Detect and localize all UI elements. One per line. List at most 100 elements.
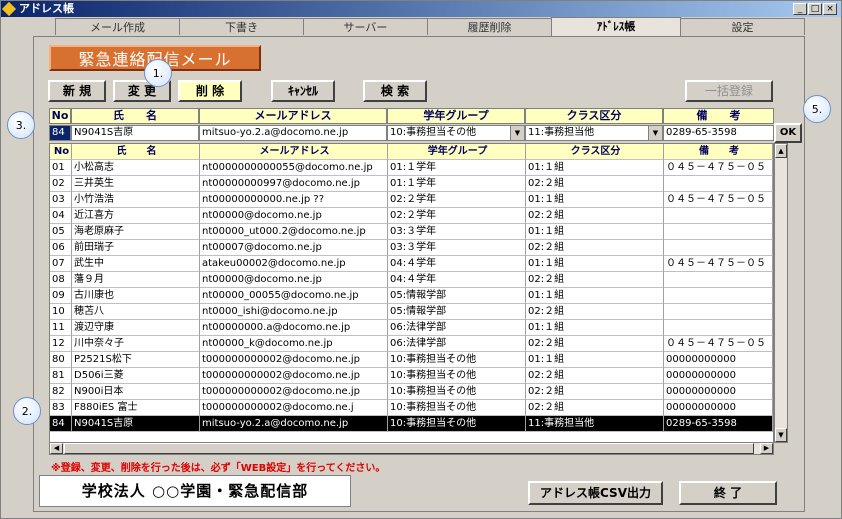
cell-grade: 10:事務担当その他 bbox=[388, 352, 526, 368]
tab-settings[interactable]: 設定 bbox=[680, 18, 805, 35]
cell-name: 川中奈々子 bbox=[72, 336, 200, 352]
note-input[interactable]: 0289-65-3598 bbox=[663, 125, 774, 141]
table-row[interactable]: 05 海老原麻子 nt00000_ut000.2@docomo.ne.jp 03:３学… bbox=[50, 224, 773, 240]
cell-note: 00000000000 bbox=[664, 400, 773, 416]
tab-compose[interactable]: メール作成 bbox=[55, 18, 180, 35]
cell-class: 02:２組 bbox=[526, 304, 664, 320]
cell-name: 渡辺守康 bbox=[72, 320, 200, 336]
organization-label: 学校法人 ○○学園・緊急配信部 bbox=[39, 475, 351, 507]
scroll-left-icon[interactable]: ◀ bbox=[50, 443, 63, 454]
table-row[interactable]: 07 武生中 atakeu00002@docomo.ne.jp 04:４学年 01:１組… bbox=[50, 256, 773, 272]
tab-server[interactable]: サーバー bbox=[303, 18, 428, 35]
class-select-value: 11:事務担当他 bbox=[528, 127, 595, 138]
cell-grade: 10:事務担当その他 bbox=[388, 416, 526, 432]
table-row[interactable]: 83 F880iES 富士 t000000000002@docomo.ne.j 10:… bbox=[50, 400, 773, 416]
grid-header-grade: 学年グループ bbox=[388, 144, 526, 160]
table-row[interactable]: 11 渡辺守康 nt00000000.a@docomo.ne.jp 06:法律学部 01… bbox=[50, 320, 773, 336]
new-button[interactable]: 新 規 bbox=[48, 80, 106, 102]
cell-name: N9041S吉原 bbox=[72, 416, 200, 432]
tab-drafts[interactable]: 下書き bbox=[179, 18, 304, 35]
cell-email: nt00000_ut000.2@docomo.ne.jp bbox=[200, 224, 388, 240]
callout-2: 2. bbox=[13, 397, 41, 425]
table-row[interactable]: 80 P2521S松下 t000000000002@docomo.ne.jp 10:事… bbox=[50, 352, 773, 368]
cell-no: 82 bbox=[50, 384, 72, 400]
cell-note bbox=[664, 176, 773, 192]
table-row[interactable]: 08 藩９月 nt00000@docomo.ne.jp 04:４学年 02:２組 bbox=[50, 272, 773, 288]
cell-class: 01:１組 bbox=[526, 256, 664, 272]
cell-name: F880iES 富士 bbox=[72, 400, 200, 416]
exit-button[interactable]: 終 了 bbox=[679, 481, 777, 505]
minimize-icon[interactable]: _ bbox=[793, 3, 807, 15]
table-row[interactable]: 82 N900i日本 t000000000002@docomo.ne.jp 10:事務… bbox=[50, 384, 773, 400]
app-window: アドレス帳 _ □ × メール作成 下書き サーバー 履歴削除 ｱﾄﾞﾚｽ帳 設… bbox=[0, 0, 842, 519]
cell-note: 0289-65-3598 bbox=[664, 416, 773, 432]
cell-no: 02 bbox=[50, 176, 72, 192]
grid-header-no: No bbox=[50, 144, 72, 160]
cell-email: nt00000000.a@docomo.ne.jp bbox=[200, 320, 388, 336]
scroll-down-icon[interactable]: ▼ bbox=[775, 428, 787, 442]
table-row[interactable]: 12 川中奈々子 nt00000_k@docomo.ne.jp 06:法律学部 02:２… bbox=[50, 336, 773, 352]
cell-note bbox=[664, 224, 773, 240]
cell-no: 12 bbox=[50, 336, 72, 352]
cell-name: 小松高志 bbox=[72, 160, 200, 176]
scroll-right-icon[interactable]: ▶ bbox=[760, 443, 773, 454]
csv-export-button[interactable]: アドレス帳CSV出力 bbox=[528, 481, 663, 505]
cell-note: 00000000000 bbox=[664, 368, 773, 384]
delete-button[interactable]: 削 除 bbox=[178, 80, 242, 102]
table-row[interactable]: 10 穂苫八 nt0000_ishi@docomo.ne.jp 05:情報学部 02:２… bbox=[50, 304, 773, 320]
cell-class: 11:事務担当他 bbox=[526, 416, 664, 432]
tab-history-delete[interactable]: 履歴削除 bbox=[427, 18, 552, 35]
table-row[interactable]: 84 N9041S吉原 mitsuo-yo.2.a@docomo.ne.jp 10:事… bbox=[50, 416, 773, 432]
maximize-icon[interactable]: □ bbox=[808, 3, 822, 15]
callout-5: 5. bbox=[803, 95, 831, 123]
cell-grade: 04:４学年 bbox=[388, 272, 526, 288]
table-row[interactable]: 01 小松高志 nt0000000000055@docomo.ne.jp 01:１学年… bbox=[50, 160, 773, 176]
horizontal-scrollbar[interactable]: ◀ ▶ bbox=[49, 442, 774, 455]
chevron-down-icon[interactable]: ▼ bbox=[648, 126, 662, 140]
cell-no: 80 bbox=[50, 352, 72, 368]
cell-email: mitsuo-yo.2.a@docomo.ne.jp bbox=[200, 416, 388, 432]
grade-select[interactable]: 10:事務担当その他 ▼ bbox=[387, 125, 525, 141]
cell-no: 11 bbox=[50, 320, 72, 336]
cell-note: ０４５－４７５－０５ bbox=[664, 192, 773, 208]
cell-no: 08 bbox=[50, 272, 72, 288]
horizontal-scroll-thumb[interactable] bbox=[64, 443, 754, 454]
tab-address-book[interactable]: ｱﾄﾞﾚｽ帳 bbox=[551, 17, 681, 36]
cell-grade: 03:３学年 bbox=[388, 224, 526, 240]
form-header-name: 氏 名 bbox=[71, 108, 199, 124]
class-select[interactable]: 11:事務担当他 ▼ bbox=[525, 125, 663, 141]
table-row[interactable]: 02 三井英生 nt00000000997@docomo.ne.jp 01:１学年 02… bbox=[50, 176, 773, 192]
table-row[interactable]: 04 近江喜方 nt00000@docomo.ne.jp 02:２学年 02:２組 bbox=[50, 208, 773, 224]
form-header-note: 備 考 bbox=[663, 108, 774, 124]
form-header-no: No bbox=[49, 108, 71, 124]
cell-email: nt0000000000055@docomo.ne.jp bbox=[200, 160, 388, 176]
ok-button[interactable]: OK bbox=[774, 123, 802, 143]
bulk-register-button[interactable]: 一括登録 bbox=[685, 80, 773, 102]
scroll-up-icon[interactable]: ▲ bbox=[775, 144, 787, 158]
cell-grade: 01:１学年 bbox=[388, 176, 526, 192]
grid-header-email: メールアドレス bbox=[200, 144, 388, 160]
close-icon[interactable]: × bbox=[823, 3, 837, 15]
form-header-class: クラス区分 bbox=[525, 108, 663, 124]
cell-grade: 03:３学年 bbox=[388, 240, 526, 256]
cell-email: nt00000000000.ne.jp ?? bbox=[200, 192, 388, 208]
table-row[interactable]: 09 古川康也 nt00000_00055@docomo.ne.jp 05:情報学部 0… bbox=[50, 288, 773, 304]
cell-class: 02:２組 bbox=[526, 176, 664, 192]
cell-grade: 10:事務担当その他 bbox=[388, 384, 526, 400]
cell-no: 07 bbox=[50, 256, 72, 272]
warning-text: ※登録、変更、削除を行った後は、必ず「WEB設定」を行ってください。 bbox=[51, 463, 386, 474]
cell-class: 02:２組 bbox=[526, 400, 664, 416]
cell-name: 三井英生 bbox=[72, 176, 200, 192]
cell-note: ０４５－４７５－０５ bbox=[664, 256, 773, 272]
no-input[interactable]: 84 bbox=[49, 125, 71, 141]
search-button[interactable]: 検 索 bbox=[363, 80, 427, 102]
name-input[interactable]: N9041S吉原 bbox=[71, 125, 199, 141]
vertical-scrollbar[interactable]: ▲ ▼ bbox=[774, 143, 788, 443]
email-input[interactable]: mitsuo-yo.2.a@docomo.ne.jp bbox=[199, 125, 387, 141]
cancel-button[interactable]: ｷｬﾝｾﾙ bbox=[271, 80, 335, 102]
table-row[interactable]: 81 D506i三菱 t000000000002@docomo.ne.jp 10:事務… bbox=[50, 368, 773, 384]
chevron-down-icon[interactable]: ▼ bbox=[510, 126, 524, 140]
cell-email: nt00000_00055@docomo.ne.jp bbox=[200, 288, 388, 304]
table-row[interactable]: 03 小竹浩浩 nt00000000000.ne.jp ?? 02:２学年 01:１組 ０… bbox=[50, 192, 773, 208]
table-row[interactable]: 06 前田瑞子 nt00007@docomo.ne.jp 03:３学年 02:２組 bbox=[50, 240, 773, 256]
